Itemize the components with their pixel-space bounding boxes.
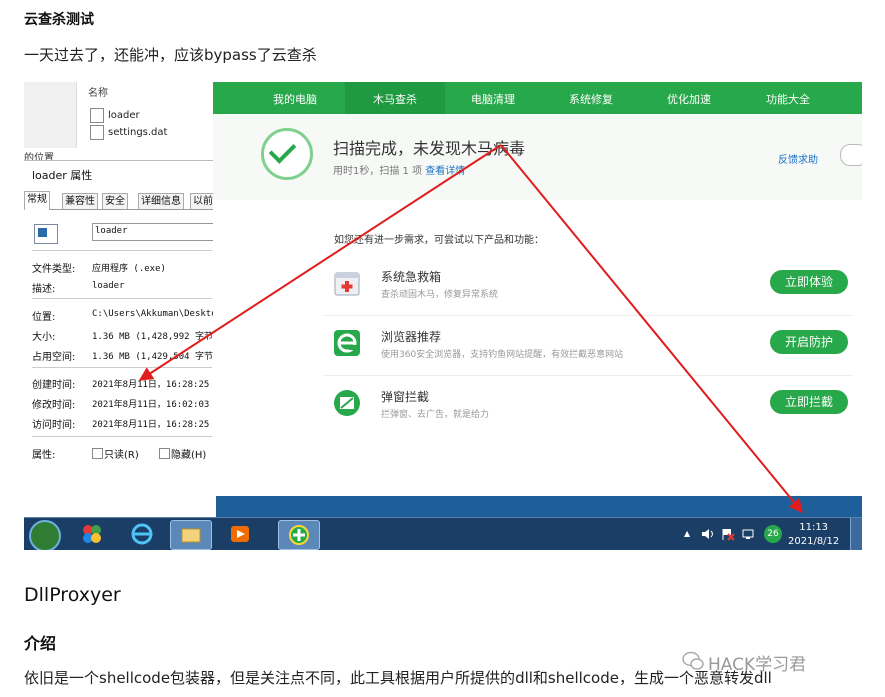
annotation-arrows [138,144,803,514]
section-heading-dllproxyer: DllProxyer [24,584,121,606]
section-heading: 云查杀测试 [24,12,94,28]
screenshot-figure: 名称 loader settings.dat 的位置 loader 属性 常规 … [24,82,862,550]
intro-paragraph: 一天过去了，还能冲，应该bypass了云查杀 [24,46,317,64]
arrow-to-created-time [138,144,502,381]
arrow-to-clock [500,144,803,514]
subheading-intro: 介绍 [24,634,57,653]
description-paragraph: 依旧是一个shellcode包装器，但是关注点不同，此工具根据用户所提供的dll… [24,669,772,687]
